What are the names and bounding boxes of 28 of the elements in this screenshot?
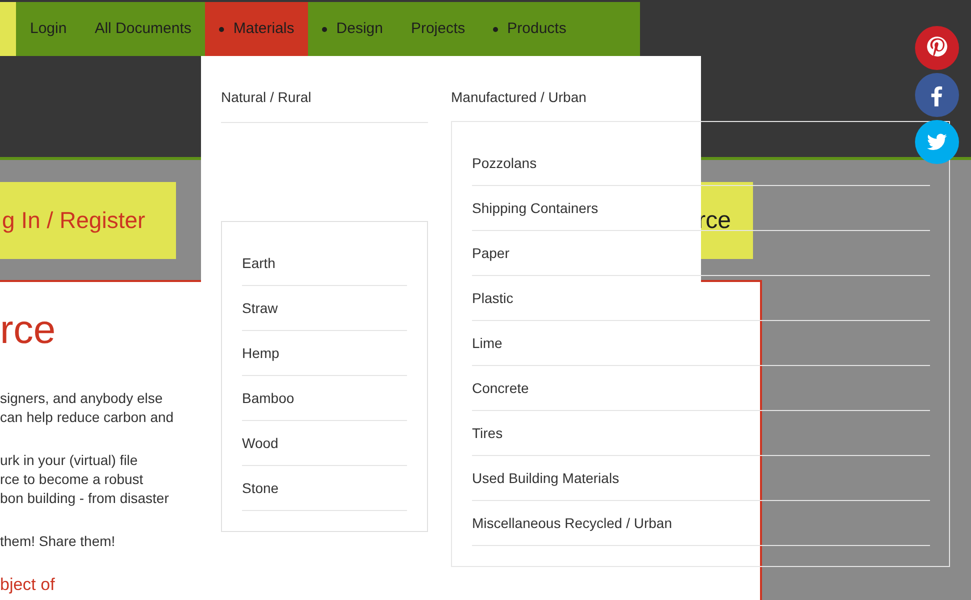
body-text: them! Share them! xyxy=(0,532,116,551)
body-text: bject of xyxy=(0,575,56,594)
menu-item[interactable]: Lime xyxy=(472,332,502,354)
nav-item[interactable]: All Documents xyxy=(80,2,206,56)
nav-item[interactable]: Login xyxy=(16,2,81,56)
menu-item[interactable]: Used Building Materials xyxy=(472,468,620,488)
menu-item[interactable]: Concrete xyxy=(472,378,529,398)
login-register-button[interactable]: g In / Register xyxy=(0,182,176,259)
nav-item[interactable]: Projects xyxy=(396,2,480,56)
menu-item[interactable]: Straw xyxy=(242,298,278,318)
menu-item[interactable]: Shipping Containers xyxy=(472,198,598,218)
nav-item[interactable]: Products xyxy=(479,2,580,56)
menu-item[interactable]: Hemp xyxy=(242,342,280,364)
page-heading: rce xyxy=(0,310,56,350)
menu-item[interactable]: Earth xyxy=(242,252,276,274)
menu-item[interactable]: Miscellaneous Recycled / Urban xyxy=(472,512,672,534)
body-text: signers, and anybody else can help reduce carbon and xyxy=(0,389,175,427)
menu-item[interactable]: Paper xyxy=(472,242,510,264)
column-heading: Natural / Rural xyxy=(221,89,312,105)
menu-item[interactable]: Pozzolans xyxy=(472,152,537,174)
menu-item[interactable]: Tires xyxy=(472,422,503,444)
menu-item[interactable]: Bamboo xyxy=(242,388,294,408)
menu-item[interactable]: Stone xyxy=(242,478,279,498)
body-text: urk in your (virtual) file rce to become a robust bon building - from disaster xyxy=(0,451,170,508)
column-heading: Manufactured / Urban xyxy=(451,89,586,105)
menu-item[interactable]: Plastic xyxy=(472,288,514,308)
nav-item[interactable]: Design xyxy=(308,2,397,56)
menu-item[interactable]: Wood xyxy=(242,432,278,454)
